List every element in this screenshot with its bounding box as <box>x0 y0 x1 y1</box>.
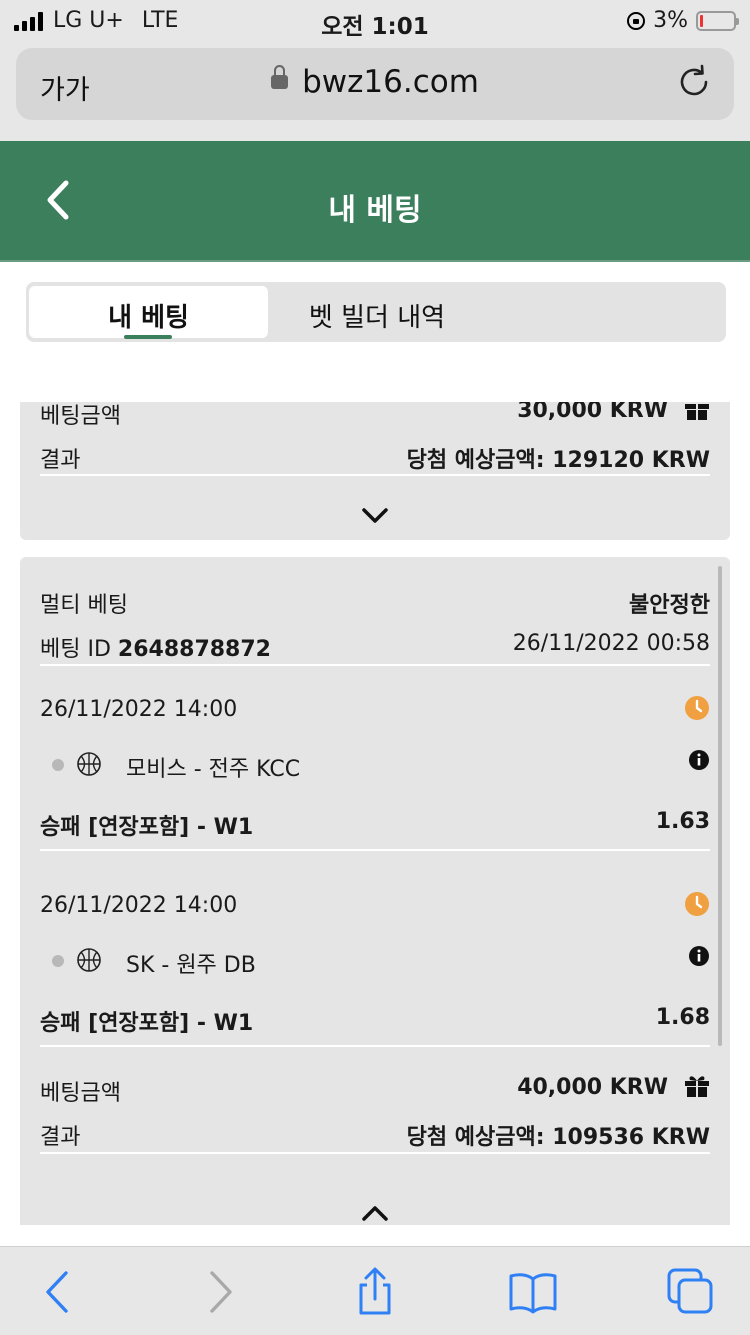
status-right: 3% <box>627 8 739 33</box>
tab-bet-builder-history[interactable]: 벳 빌더 내역 <box>272 286 482 338</box>
bet-status: 불안정한 <box>629 593 710 618</box>
status-bar: LG U+ LTE 오전 1:01 3% <box>0 0 750 40</box>
bet-card-previous: 베팅금액 30,000 KRW 결과 당첨 예상금액: 129120 KRW <box>20 402 730 540</box>
gift-icon <box>685 404 709 420</box>
divider <box>40 849 710 851</box>
chevron-up-icon[interactable] <box>360 1203 390 1223</box>
address-bar[interactable]: 가가 bwz16.com <box>16 48 734 120</box>
url-display[interactable]: bwz16.com <box>16 64 734 100</box>
browser-toolbar <box>0 1246 750 1335</box>
selection-match: 모비스 - 전주 KCC <box>126 757 301 782</box>
tabs-icon[interactable] <box>666 1267 716 1317</box>
bet-card-multi: 멀티 베팅 불안정한 베팅 ID 2648878872 26/11/2022 0… <box>20 557 730 1225</box>
selection-odds: 1.63 <box>655 809 710 834</box>
back-icon[interactable] <box>34 1267 84 1317</box>
browser-url-area: 가가 bwz16.com <box>0 40 750 141</box>
divider <box>40 474 710 476</box>
tab-active-indicator <box>124 335 172 339</box>
bet-id-label: 베팅 ID <box>40 637 111 662</box>
divider <box>40 1152 710 1154</box>
bet-type-label: 멀티 베팅 <box>40 593 128 618</box>
url-text: bwz16.com <box>302 64 479 100</box>
stake-label: 베팅금액 <box>40 404 121 429</box>
gift-icon <box>685 1076 709 1097</box>
stake-value-wrap: 40,000 KRW <box>517 1075 710 1100</box>
selection-datetime: 26/11/2022 14:00 <box>40 697 238 722</box>
chevron-down-icon[interactable] <box>360 506 390 526</box>
forward-icon[interactable] <box>194 1267 244 1317</box>
selection-datetime: 26/11/2022 14:00 <box>40 893 238 918</box>
stake-value-wrap: 30,000 KRW <box>517 402 710 423</box>
basketball-icon <box>77 752 101 776</box>
result-label: 결과 <box>40 1125 81 1150</box>
divider <box>40 664 710 666</box>
battery-percent: 3% <box>653 8 688 33</box>
clock-icon <box>685 892 709 916</box>
battery-icon <box>696 10 739 31</box>
stake-label: 베팅금액 <box>40 1081 121 1106</box>
stake-value: 40,000 KRW <box>517 1075 668 1100</box>
selection-market: 승패 [연장포함] - W1 <box>40 1011 254 1036</box>
status-dot <box>52 955 64 967</box>
info-icon[interactable] <box>688 945 710 967</box>
padlock-icon <box>271 64 289 89</box>
bet-id-value: 2648878872 <box>117 637 271 662</box>
result-value: 당첨 예상금액: 129120 KRW <box>406 448 710 473</box>
bookmarks-icon[interactable] <box>508 1267 558 1317</box>
reload-icon[interactable] <box>676 64 712 100</box>
app-header: 내 베팅 <box>0 141 750 260</box>
divider <box>40 1045 710 1047</box>
rotation-lock-icon <box>627 11 646 30</box>
clock-icon <box>685 696 709 720</box>
bet-placed-at: 26/11/2022 00:58 <box>512 631 710 656</box>
tab-bar: 내 베팅 벳 빌더 내역 <box>26 282 726 342</box>
header-divider <box>0 260 750 262</box>
info-icon[interactable] <box>688 749 710 771</box>
tab-my-bets[interactable]: 내 베팅 <box>29 286 268 339</box>
basketball-icon <box>77 948 101 972</box>
result-label: 결과 <box>40 448 81 473</box>
tab-my-bets-label: 내 베팅 <box>108 303 189 333</box>
stake-value: 30,000 KRW <box>517 402 668 423</box>
result-value: 당첨 예상금액: 109536 KRW <box>406 1125 710 1150</box>
bet-id-wrap: 베팅 ID 2648878872 <box>40 631 271 663</box>
page-title: 내 베팅 <box>328 193 422 228</box>
tab-bet-builder-label: 벳 빌더 내역 <box>308 303 446 333</box>
selection-market: 승패 [연장포함] - W1 <box>40 815 254 840</box>
scrollbar[interactable] <box>718 566 722 1046</box>
status-dot <box>52 759 64 771</box>
selection-match: SK - 원주 DB <box>126 953 256 978</box>
selection-odds: 1.68 <box>655 1005 710 1030</box>
share-icon[interactable] <box>350 1267 400 1317</box>
